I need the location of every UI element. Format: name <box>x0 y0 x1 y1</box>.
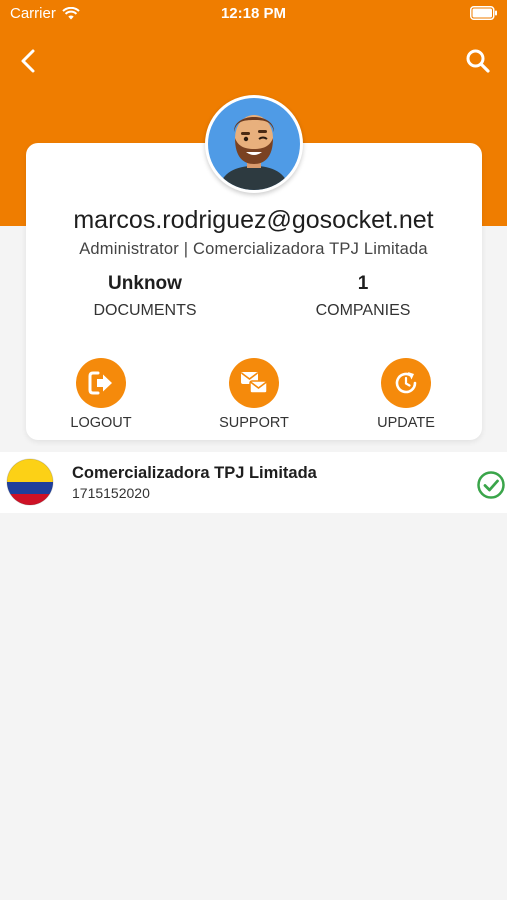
documents-count: Unknow <box>108 273 182 294</box>
logout-button[interactable]: LOGOUT <box>46 358 156 433</box>
support-label: SUPPORT <box>219 415 289 431</box>
user-email: marcos.rodriguez@gosocket.net <box>73 206 434 234</box>
status-bar: Carrier 12:18 PM <box>0 0 507 28</box>
search-icon[interactable] <box>463 46 493 76</box>
logout-label: LOGOUT <box>70 415 132 431</box>
company-name: Comercializadora TPJ Limitada <box>72 464 317 482</box>
companies-label: COMPANIES <box>315 302 411 319</box>
avatar-image <box>208 98 300 190</box>
back-icon[interactable] <box>14 46 44 76</box>
avatar <box>205 95 303 193</box>
battery-icon <box>470 6 497 20</box>
update-label: UPDATE <box>377 415 435 431</box>
logout-icon <box>88 371 112 395</box>
update-button[interactable]: UPDATE <box>351 358 461 433</box>
company-list-item[interactable]: Comercializadora TPJ Limitada 1715152020 <box>0 452 507 513</box>
update-icon <box>395 372 417 394</box>
documents-label: DOCUMENTS <box>93 302 197 319</box>
colombia-flag-icon <box>6 458 54 506</box>
support-button[interactable]: SUPPORT <box>199 358 309 433</box>
check-icon <box>477 471 505 499</box>
status-time: 12:18 PM <box>220 5 287 22</box>
company-id: 1715152020 <box>72 485 150 501</box>
companies-count: 1 <box>357 273 369 294</box>
support-icon <box>241 372 268 394</box>
user-role: Administrator | Comercializadora TPJ Lim… <box>79 240 428 258</box>
